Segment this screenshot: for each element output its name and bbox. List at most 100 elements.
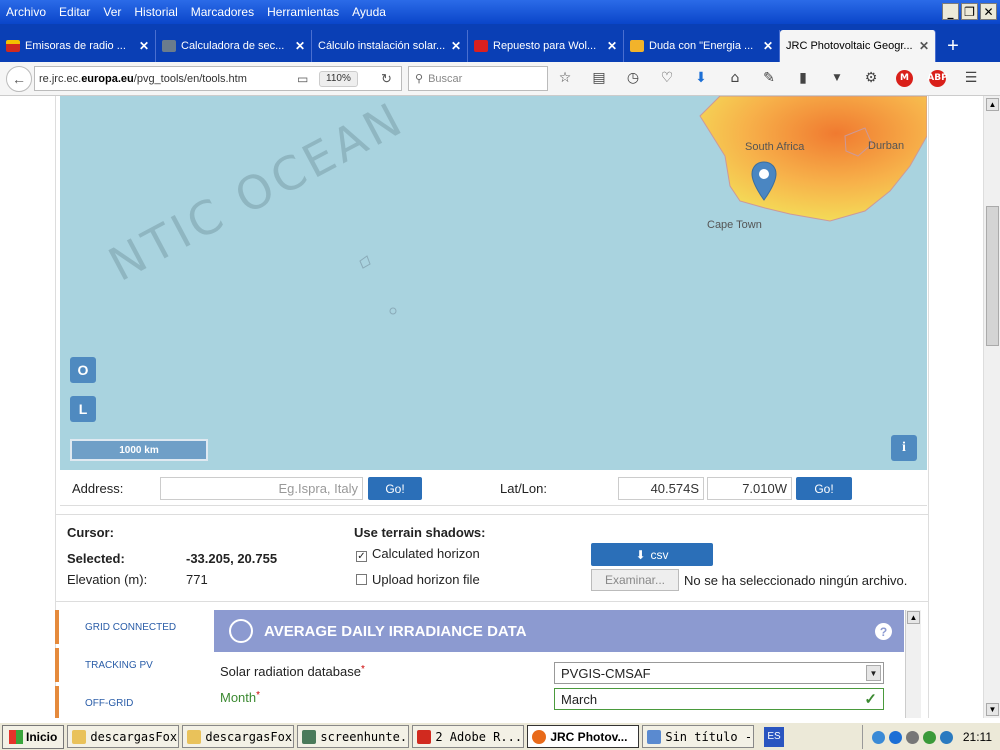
hamburger-menu-icon[interactable]: ☰: [962, 69, 980, 87]
image-icon: [302, 729, 317, 744]
scrollbar-thumb[interactable]: [986, 206, 999, 346]
csv-download-button[interactable]: ⬇ csv: [591, 543, 713, 566]
clipboard-icon[interactable]: ▮: [794, 69, 812, 87]
reload-icon[interactable]: ↻: [381, 71, 392, 87]
minimize-button[interactable]: _: [942, 3, 959, 20]
update-icon[interactable]: [939, 730, 953, 744]
menu-bar: Archivo Editar Ver Historial Marcadores …: [0, 0, 1000, 24]
download-icon[interactable]: ⬇: [692, 69, 710, 87]
tab-close-icon[interactable]: ✕: [295, 39, 305, 53]
required-mark: *: [256, 690, 261, 701]
sidebar-item-grid-connected[interactable]: GRID CONNECTED: [55, 610, 205, 644]
menu-editar[interactable]: Editar: [59, 5, 90, 19]
taskbar-item[interactable]: screenhunte...: [297, 725, 410, 748]
map-view[interactable]: NTIC OCEAN South Africa Durban Cape Town…: [60, 96, 927, 470]
tab-label: Repuesto para Wol...: [493, 40, 597, 52]
radiation-database-label: Solar radiation database*: [220, 664, 365, 679]
tab-jrc[interactable]: JRC Photovoltaic Geogr... ✕: [780, 30, 936, 62]
settings-tray-icon[interactable]: [905, 730, 919, 744]
reader-view-icon[interactable]: ▭: [297, 72, 308, 86]
longitude-input[interactable]: 7.010W: [707, 477, 792, 500]
url-path: /pvg_tools/en/tools.htm: [133, 72, 247, 85]
home-icon[interactable]: ⌂: [726, 69, 744, 87]
scroll-up-icon[interactable]: ▲: [986, 98, 999, 111]
help-icon[interactable]: ?: [875, 623, 892, 640]
calculated-horizon-option[interactable]: ✓ Calculated horizon: [356, 546, 480, 562]
page-scrollbar[interactable]: ▲ ▼: [983, 96, 1000, 718]
taskbar-item[interactable]: descargasFox: [67, 725, 180, 748]
sidebar-item-tracking-pv[interactable]: TRACKING PV: [55, 648, 205, 682]
reading-list-icon[interactable]: ▤: [590, 69, 608, 87]
tab-close-icon[interactable]: ✕: [919, 39, 929, 53]
task-label: Sin título - ...: [665, 729, 753, 744]
tab-bar: Emisoras de radio ... ✕ Calculadora de s…: [0, 24, 1000, 62]
menu-ayuda[interactable]: Ayuda: [352, 5, 386, 19]
checkbox-unchecked-icon[interactable]: [356, 574, 367, 585]
browser-tray-icon[interactable]: [888, 730, 902, 744]
antivirus-icon[interactable]: [922, 730, 936, 744]
taskbar-item[interactable]: Sin título - ...: [642, 725, 755, 748]
map-info-button[interactable]: i: [891, 435, 917, 461]
checkbox-checked-icon[interactable]: ✓: [356, 551, 367, 562]
site-favicon-icon: [162, 40, 176, 52]
address-go-button[interactable]: Go!: [368, 477, 422, 500]
menu-marcadores[interactable]: Marcadores: [191, 5, 254, 19]
chevron-down-icon[interactable]: ▼: [866, 665, 881, 681]
address-input[interactable]: Eg.Ispra, Italy: [160, 477, 363, 500]
start-button[interactable]: Inicio: [2, 724, 65, 749]
radiation-database-select[interactable]: PVGIS-CMSAF ▼: [554, 662, 884, 684]
pocket-icon[interactable]: ♡: [658, 69, 676, 87]
cape-town-label: Cape Town: [707, 219, 762, 231]
tab-emisoras[interactable]: Emisoras de radio ... ✕: [0, 30, 156, 62]
taskbar-item[interactable]: descargasFox: [182, 725, 295, 748]
search-input[interactable]: ⚲ Buscar: [408, 66, 548, 91]
map-button-l[interactable]: L: [70, 396, 96, 422]
language-indicator[interactable]: ES: [764, 726, 784, 747]
tab-close-icon[interactable]: ✕: [139, 39, 149, 53]
chevron-down-icon[interactable]: ▼: [828, 69, 846, 87]
sidebar-item-off-grid[interactable]: OFF-GRID: [55, 686, 205, 718]
back-button[interactable]: ←: [6, 65, 32, 92]
panel-scrollbar[interactable]: ▲: [905, 610, 921, 718]
tab-close-icon[interactable]: ✕: [763, 39, 773, 53]
south-africa-label: South Africa: [745, 141, 805, 153]
menu-ver[interactable]: Ver: [103, 5, 121, 19]
close-window-button[interactable]: ✕: [980, 3, 997, 20]
menu-archivo[interactable]: Archivo: [6, 5, 46, 19]
address-label: Address:: [72, 481, 124, 496]
windows-logo-icon: [9, 729, 23, 744]
month-select[interactable]: March ✓: [554, 688, 884, 710]
browse-file-button[interactable]: Examinar...: [591, 569, 679, 591]
network-icon[interactable]: [871, 730, 885, 744]
tab-close-icon[interactable]: ✕: [607, 39, 617, 53]
location-pin-icon[interactable]: [750, 160, 778, 204]
elevation-label: Elevation (m):: [67, 572, 148, 587]
tab-repuesto[interactable]: Repuesto para Wol... ✕: [468, 30, 624, 62]
latitude-input[interactable]: 40.574S: [618, 477, 704, 500]
tab-calculadora[interactable]: Calculadora de sec... ✕: [156, 30, 312, 62]
menu-historial[interactable]: Historial: [134, 5, 177, 19]
scroll-up-icon[interactable]: ▲: [907, 611, 920, 624]
zoom-level[interactable]: 110%: [319, 71, 358, 87]
extension-icon[interactable]: ✎: [760, 69, 778, 87]
upload-horizon-option[interactable]: Upload horizon file: [356, 572, 480, 587]
scroll-down-icon[interactable]: ▼: [986, 703, 999, 716]
tab-duda[interactable]: Duda con "Energia ... ✕: [624, 30, 780, 62]
tab-calculo[interactable]: Cálculo instalación solar... ✕: [312, 30, 468, 62]
adblock-icon[interactable]: ABP: [927, 69, 948, 87]
tools-icon[interactable]: ⚙: [862, 69, 880, 87]
task-label: screenhunte...: [320, 729, 408, 744]
map-button-o[interactable]: O: [70, 357, 96, 383]
new-tab-button[interactable]: +: [936, 30, 970, 62]
menu-herramientas[interactable]: Herramientas: [267, 5, 339, 19]
url-bar[interactable]: i re.jrc.ec.europa.eu/pvg_tools/en/tools…: [34, 66, 402, 499]
bookmark-star-icon[interactable]: ☆: [556, 69, 574, 87]
latlon-go-button[interactable]: Go!: [796, 477, 852, 500]
taskbar-item[interactable]: 2 Adobe R...: [412, 725, 525, 748]
mega-icon[interactable]: M: [896, 69, 913, 87]
restore-button[interactable]: ❐: [961, 3, 978, 20]
tab-label: Cálculo instalación solar...: [318, 40, 445, 52]
history-icon[interactable]: ◷: [624, 69, 642, 87]
taskbar-item-active[interactable]: JRC Photov...: [527, 725, 640, 748]
tab-close-icon[interactable]: ✕: [451, 39, 461, 53]
